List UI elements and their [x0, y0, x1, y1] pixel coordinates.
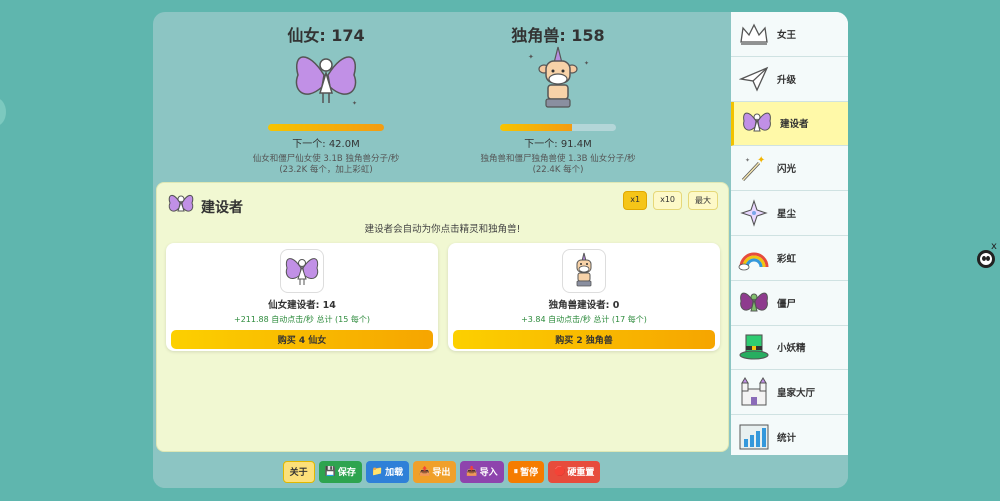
- hard-reset-label: 硬重置: [567, 468, 595, 478]
- unicorn-icon: [562, 249, 606, 293]
- close-icon[interactable]: x: [991, 241, 997, 252]
- multiplier-x1-button[interactable]: x1: [623, 191, 648, 210]
- panel-header: 建设者: [167, 191, 243, 223]
- paper-plane-icon: [737, 62, 771, 96]
- folder-icon: 📁: [371, 466, 384, 477]
- export-button[interactable]: 📤 导出: [413, 460, 457, 483]
- sidebar-item-zombies[interactable]: 僵尸: [731, 280, 848, 326]
- fairy-builder-card: 仙女建设者: 14 +211.88 自动点击/秒 总计 (15 每个) 购买 4…: [166, 243, 438, 351]
- unicorn-rate-line1: 独角兽和僵尸独角兽使 1.3B 仙女分子/秒: [480, 154, 636, 164]
- unicorn-icon[interactable]: ✦ ✦: [443, 44, 673, 112]
- pause-label: 暂停: [520, 468, 539, 478]
- sidebar-item-label: 升级: [777, 74, 797, 86]
- unicorn-rate: 独角兽和僵尸独角兽使 1.3B 仙女分子/秒 (22.4K 每个): [443, 154, 673, 176]
- hard-reset-button[interactable]: 🛑 硬重置: [548, 460, 601, 483]
- sidebar: 女王 升级 建设者 ✦ ✦ 闪光 星尘 彩虹 僵尸 小妖精 皇家大厅 统计: [731, 12, 848, 460]
- fairy-rate: 仙女和僵尸仙女使 3.1B 独角兽分子/秒 (23.2K 每个，加上彩虹): [211, 154, 441, 176]
- unicorn-counter[interactable]: 独角兽: 158 ✦ ✦ 下一个: 91.4M 独角兽和僵尸独角兽使 1.3B …: [443, 22, 673, 176]
- sidebar-item-queen[interactable]: 女王: [731, 12, 848, 57]
- fairy-icon: [280, 249, 324, 293]
- fairy-rate-line1: 仙女和僵尸仙女使 3.1B 独角兽分子/秒: [252, 154, 400, 164]
- sidebar-item-sparkle[interactable]: ✦ ✦ 闪光: [731, 146, 848, 192]
- footer-toolbar: 关于 💾 保存 📁 加载 📤 导出 📥 导入 ⏸ 暂停 🛑 硬重置: [153, 455, 848, 488]
- sidebar-item-label: 建设者: [780, 119, 809, 131]
- save-label: 保存: [337, 468, 356, 478]
- magic-wand-icon: ✦ ✦: [737, 151, 771, 185]
- import-label: 导入: [479, 468, 498, 478]
- zombie-fairy-icon: [737, 286, 771, 320]
- sidebar-item-stats[interactable]: 统计: [731, 415, 848, 460]
- unicorn-builder-gain: +3.84 自动点击/秒 总计 (17 每个): [521, 315, 647, 324]
- multiplier-group: x1 x10 最大: [623, 191, 718, 210]
- about-label: 关于: [289, 468, 308, 478]
- sidebar-item-label: 统计: [777, 433, 797, 445]
- sidebar-item-stardust[interactable]: 星尘: [731, 191, 848, 236]
- unicorn-builder-card: 独角兽建设者: 0 +3.84 自动点击/秒 总计 (17 每个) 购买 2 独…: [448, 243, 720, 351]
- svg-text:✦: ✦: [584, 60, 589, 67]
- unicorn-progress-bar: [500, 124, 616, 131]
- sidebar-item-label: 星尘: [777, 209, 797, 221]
- stats-icon: [737, 420, 771, 454]
- sidebar-item-upgrades[interactable]: 升级: [731, 56, 848, 102]
- fairy-rate-line2: (23.2K 每个，加上彩虹): [279, 165, 373, 175]
- fairy-progress-bar: [268, 124, 384, 131]
- unicorn-next: 下一个: 91.4M: [524, 139, 592, 150]
- pause-icon: ⏸: [513, 466, 519, 477]
- castle-icon: [737, 375, 771, 409]
- sidebar-item-label: 女王: [777, 29, 797, 41]
- sidebar-item-label: 皇家大厅: [777, 388, 816, 400]
- star-dust-icon: [737, 196, 771, 230]
- fairy-next: 下一个: 42.0M: [292, 139, 360, 150]
- load-button[interactable]: 📁 加载: [365, 460, 410, 483]
- main-area: 仙女: 174 ✦ 下一个: 42.0M 仙女和僵尸仙女使 3.1B 独角兽分子…: [153, 12, 731, 455]
- pause-button[interactable]: ⏸ 暂停: [507, 460, 545, 483]
- sidebar-item-label: 小妖精: [777, 343, 806, 355]
- export-icon: 📤: [419, 466, 431, 477]
- floppy-icon: 💾: [324, 466, 336, 477]
- fairy-icon: [740, 106, 774, 140]
- svg-text:✦: ✦: [352, 100, 357, 107]
- sidebar-item-royal-hall[interactable]: 皇家大厅: [731, 370, 848, 416]
- edge-handle: [0, 98, 6, 126]
- buy-unicorn-button[interactable]: 购买 2 独角兽: [453, 330, 715, 349]
- fairy-builder-name: 仙女建设者: 14: [268, 300, 336, 311]
- sidebar-item-label: 彩虹: [777, 253, 797, 265]
- sidebar-item-label: 闪光: [777, 164, 797, 176]
- save-button[interactable]: 💾 保存: [318, 460, 362, 483]
- about-button[interactable]: 关于: [282, 460, 315, 483]
- fairy-icon[interactable]: ✦: [211, 44, 441, 112]
- sidebar-item-leprechauns[interactable]: 小妖精: [731, 325, 848, 371]
- svg-text:✦: ✦: [745, 157, 750, 164]
- import-button[interactable]: 📥 导入: [460, 460, 504, 483]
- import-icon: 📥: [466, 466, 478, 477]
- load-label: 加载: [385, 468, 404, 478]
- panel-title: 建设者: [201, 200, 243, 216]
- builders-panel: 建设者 x1 x10 最大 建设者会自动为你点击精灵和独角兽! 仙女建设者: 1…: [156, 182, 729, 452]
- sidebar-item-rainbow[interactable]: 彩虹: [731, 235, 848, 281]
- leprechaun-hat-icon: [737, 330, 771, 364]
- unicorn-builder-name: 独角兽建设者: 0: [548, 300, 620, 311]
- sidebar-item-label: 僵尸: [777, 298, 797, 310]
- export-label: 导出: [432, 468, 451, 478]
- game-window: 仙女: 174 ✦ 下一个: 42.0M 仙女和僵尸仙女使 3.1B 独角兽分子…: [153, 12, 848, 488]
- unicorn-count-title: 独角兽: 158: [511, 26, 605, 45]
- fairy-icon: [167, 191, 195, 223]
- sidebar-item-builders[interactable]: 建设者: [731, 101, 848, 147]
- unicorn-rate-line2: (22.4K 每个): [532, 165, 584, 175]
- crown-icon: [737, 17, 771, 51]
- fairy-builder-gain: +211.88 自动点击/秒 总计 (15 每个): [234, 315, 370, 324]
- svg-text:✦: ✦: [757, 155, 765, 166]
- multiplier-x10-button[interactable]: x10: [653, 191, 682, 210]
- fairy-counter[interactable]: 仙女: 174 ✦ 下一个: 42.0M 仙女和僵尸仙女使 3.1B 独角兽分子…: [211, 22, 441, 176]
- reset-icon: 🛑: [554, 466, 566, 477]
- buy-fairy-button[interactable]: 购买 4 仙女: [171, 330, 433, 349]
- panel-description: 建设者会自动为你点击精灵和独角兽!: [364, 224, 521, 235]
- multiplier-max-button[interactable]: 最大: [688, 191, 718, 210]
- svg-text:✦: ✦: [528, 53, 534, 61]
- rainbow-icon: [737, 241, 771, 275]
- panda-icon[interactable]: [977, 250, 995, 268]
- fairy-count-title: 仙女: 174: [287, 26, 365, 45]
